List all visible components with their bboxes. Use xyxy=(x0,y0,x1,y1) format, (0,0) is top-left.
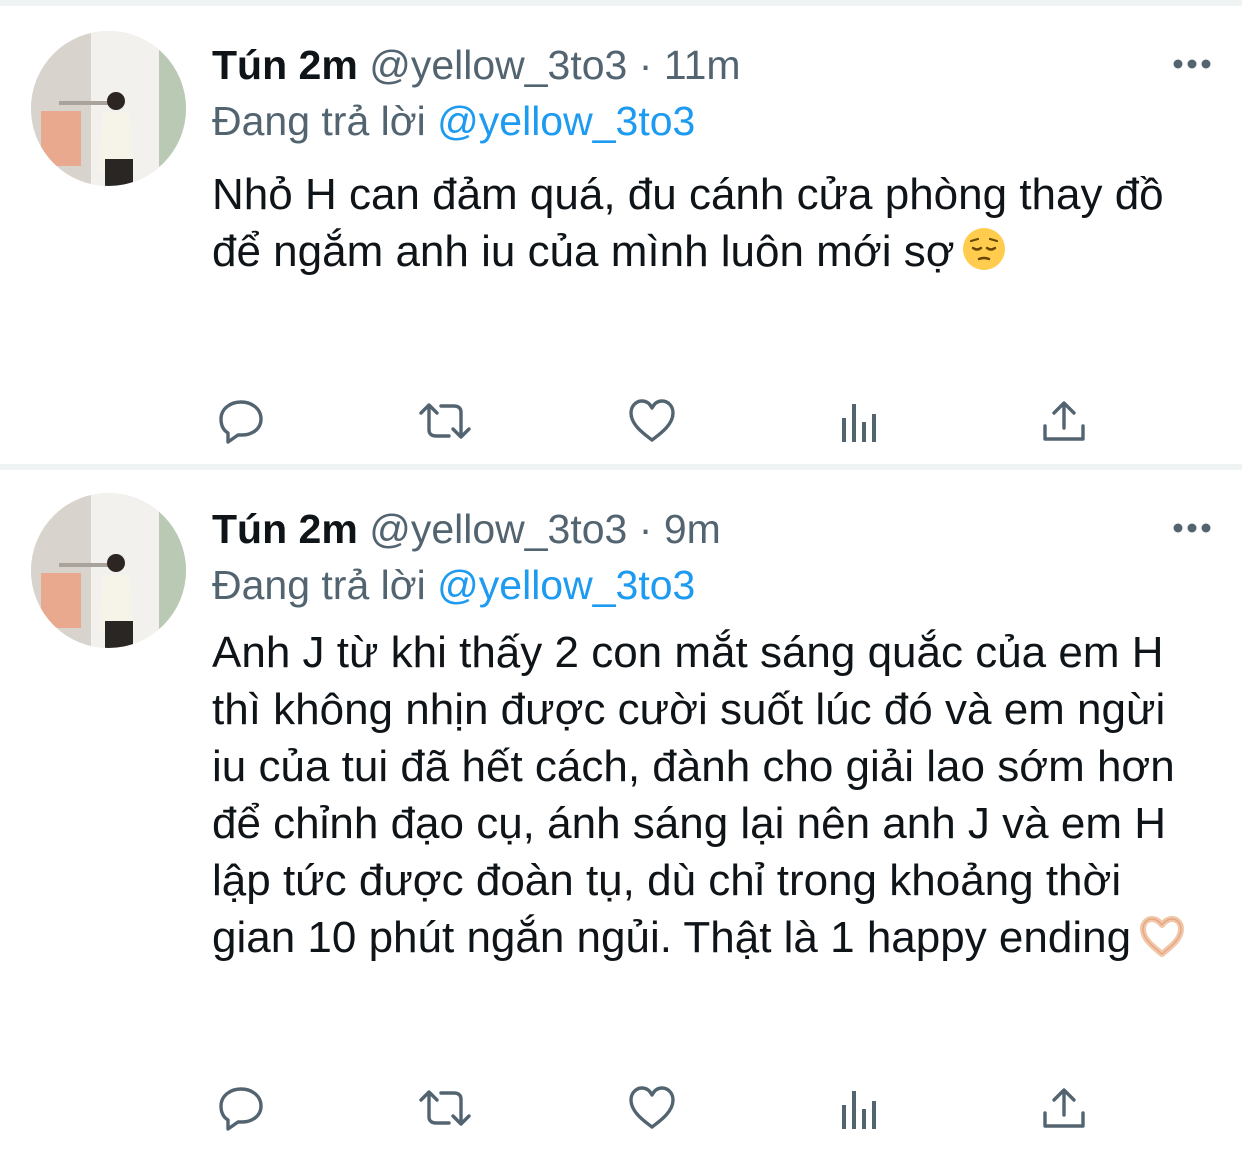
more-options-icon[interactable] xyxy=(1172,520,1212,536)
tweet-text-content: Anh J từ khi thấy 2 con mắt sáng quắc củ… xyxy=(212,628,1175,962)
avatar[interactable] xyxy=(31,31,186,186)
reply-icon[interactable] xyxy=(216,1083,266,1133)
share-icon[interactable] xyxy=(1039,1083,1089,1133)
tweet-text: Anh J từ khi thấy 2 con mắt sáng quắc củ… xyxy=(212,624,1202,972)
heart-hands-icon xyxy=(1137,914,1187,972)
separator: · xyxy=(638,506,653,552)
reply-prefix: Đang trả lời xyxy=(212,562,426,608)
share-icon[interactable] xyxy=(1039,396,1089,446)
retweet-icon[interactable] xyxy=(417,1083,471,1133)
timestamp[interactable]: 9m xyxy=(664,506,721,552)
author-handle[interactable]: @yellow_3to3 xyxy=(369,42,627,88)
tweet-text: Nhỏ H can đảm quá, đu cánh cửa phòng tha… xyxy=(212,166,1202,286)
tweet-actions xyxy=(212,396,1092,446)
timestamp[interactable]: 11m xyxy=(664,42,741,88)
reply-prefix: Đang trả lời xyxy=(212,98,426,144)
replying-to: Đang trả lời @yellow_3to3 xyxy=(212,560,695,610)
views-icon[interactable] xyxy=(834,396,884,446)
more-options-icon[interactable] xyxy=(1172,56,1212,72)
like-icon[interactable] xyxy=(627,1083,677,1133)
reply-handle-link[interactable]: @yellow_3to3 xyxy=(437,562,695,608)
tweet[interactable]: Tún 2m @yellow_3to3 · 11m Đang trả lời @… xyxy=(0,6,1242,464)
reply-icon[interactable] xyxy=(216,396,266,446)
tweet[interactable]: Tún 2m @yellow_3to3 · 9m Đang trả lời @y… xyxy=(0,470,1242,1155)
reply-handle-link[interactable]: @yellow_3to3 xyxy=(437,98,695,144)
retweet-icon[interactable] xyxy=(417,396,471,446)
author-name[interactable]: Tún 2m xyxy=(212,506,358,552)
replying-to: Đang trả lời @yellow_3to3 xyxy=(212,96,695,146)
tweet-header: Tún 2m @yellow_3to3 · 11m xyxy=(212,40,741,90)
tweet-actions xyxy=(212,1083,1092,1133)
author-handle[interactable]: @yellow_3to3 xyxy=(369,506,627,552)
pensive-face-icon xyxy=(961,226,1007,286)
views-icon[interactable] xyxy=(834,1083,884,1133)
like-icon[interactable] xyxy=(627,396,677,446)
tweet-header: Tún 2m @yellow_3to3 · 9m xyxy=(212,504,721,554)
avatar[interactable] xyxy=(31,493,186,648)
author-name[interactable]: Tún 2m xyxy=(212,42,358,88)
tweet-text-content: Nhỏ H can đảm quá, đu cánh cửa phòng tha… xyxy=(212,170,1164,276)
separator: · xyxy=(638,42,653,88)
